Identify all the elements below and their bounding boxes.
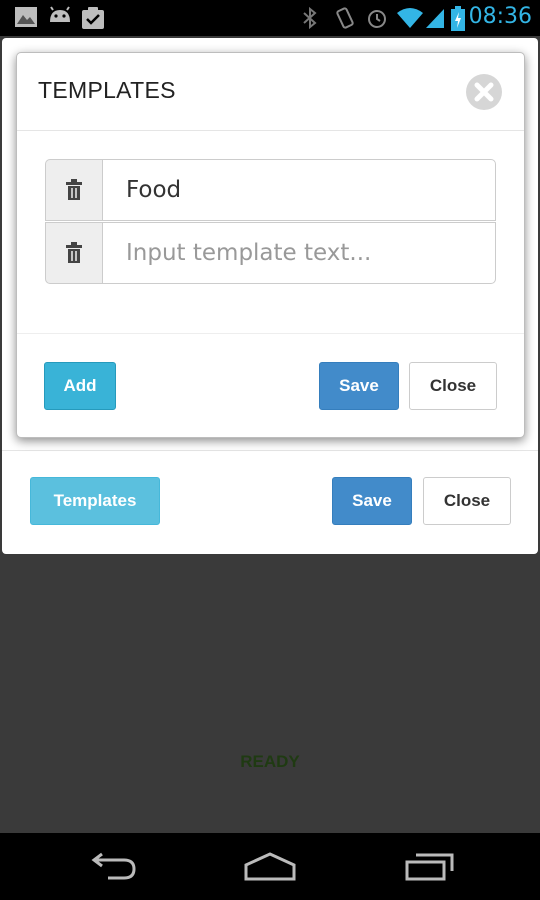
outer-dialog-divider	[2, 450, 538, 451]
modal-header-divider	[17, 130, 524, 131]
recent-apps-icon[interactable]	[404, 851, 456, 881]
modal-footer-divider	[17, 333, 524, 334]
alarm-icon	[368, 10, 386, 28]
trash-icon	[66, 242, 82, 263]
clock: 08:36	[468, 4, 532, 29]
trash-icon	[66, 179, 82, 200]
templates-modal: TEMPLATES Food Input template text... Ad…	[16, 52, 525, 438]
battery-charging-icon	[451, 6, 465, 31]
outer-close-button[interactable]: Close	[423, 477, 511, 525]
delete-template-button[interactable]	[45, 222, 102, 284]
status-bar: 08:36	[0, 0, 540, 36]
outer-save-button[interactable]: Save	[332, 477, 412, 525]
bluetooth-icon	[303, 6, 317, 30]
navigation-bar	[0, 833, 540, 900]
delete-template-button[interactable]	[45, 159, 102, 221]
add-button[interactable]: Add	[44, 362, 116, 410]
modal-close-button[interactable]: Close	[409, 362, 497, 410]
template-input[interactable]: Food	[102, 159, 496, 221]
wifi-icon	[397, 8, 423, 28]
modal-save-button[interactable]: Save	[319, 362, 399, 410]
task-check-icon	[82, 7, 104, 29]
template-input[interactable]: Input template text...	[102, 222, 496, 284]
modal-title: TEMPLATES	[38, 77, 176, 103]
signal-icon	[426, 9, 444, 28]
templates-button[interactable]: Templates	[30, 477, 160, 525]
close-circle-icon[interactable]	[465, 73, 503, 111]
template-row: Food	[45, 159, 496, 221]
home-icon[interactable]	[242, 851, 298, 881]
image-icon	[15, 7, 37, 27]
back-icon[interactable]	[88, 851, 138, 881]
android-icon	[50, 6, 70, 22]
status-text: READY	[240, 752, 300, 771]
vibrate-icon	[336, 7, 354, 29]
template-row: Input template text...	[45, 222, 496, 284]
